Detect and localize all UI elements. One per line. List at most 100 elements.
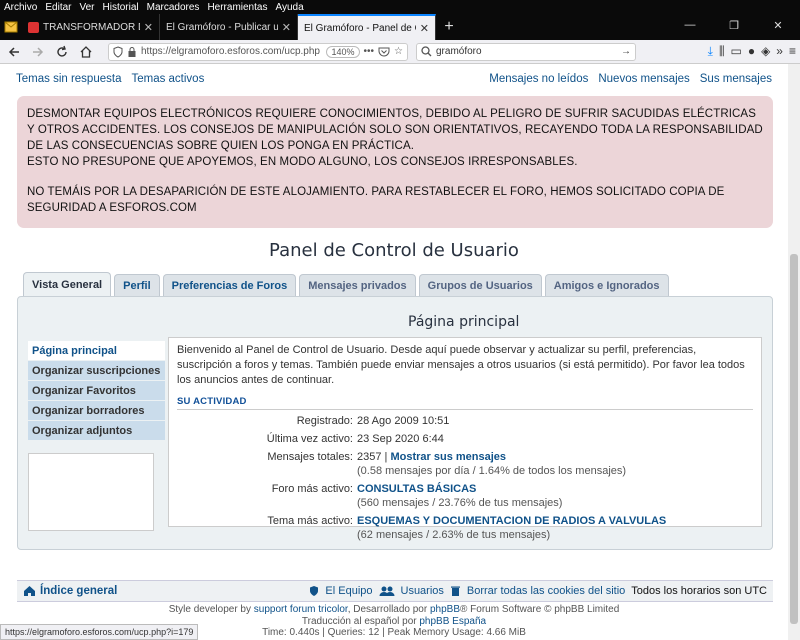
close-icon[interactable]: ✕ [282,21,291,34]
extension-icon[interactable]: ◈ [761,44,770,59]
address-bar[interactable]: https://elgramoforo.esforos.com/ucp.php … [108,42,408,61]
page-scrollbar[interactable] [788,64,800,640]
overflow-menu-icon[interactable]: » [776,44,783,59]
browser-tab-2[interactable]: El Gramóforo - Publicar una respue ✕ [160,14,298,40]
side-item-subscriptions[interactable]: Organizar suscripciones [28,361,165,381]
link-unread-posts[interactable]: Mensajes no leídos [489,73,588,85]
tab-label: TRANSFORMADOR DE SALIDA DE A [43,21,140,33]
phpbb-spain-link[interactable]: phpBB España [419,616,486,627]
pocket-icon[interactable] [378,46,390,58]
tab-strip: TRANSFORMADOR DE SALIDA DE A ✕ El Gramóf… [0,14,800,40]
trash-icon [450,586,460,596]
side-item-attachments[interactable]: Organizar adjuntos [28,421,165,441]
stat-label: Registrado: [296,415,353,427]
url-text: https://elgramoforo.esforos.com/ucp.php [141,46,320,57]
search-bar[interactable]: gramóforo → [416,42,636,61]
tab-vista-general[interactable]: Vista General [23,272,112,296]
posts-count: 2357 [357,451,382,463]
more-actions-icon[interactable]: ••• [364,46,375,57]
download-icon[interactable]: ⤓ [708,44,713,59]
home-icon [80,45,92,58]
link-your-posts[interactable]: Sus mensajes [700,73,772,85]
menu-bar: Archivo Editar Ver Historial Marcadores … [0,0,800,14]
account-icon[interactable]: ● [748,44,755,59]
page-title: Panel de Control de Usuario [269,240,519,261]
browser-tab-3[interactable]: El Gramóforo - Panel de Control de ✕ [298,14,436,40]
board-index-link[interactable]: Índice general [40,585,117,597]
window-controls: — ❐ ✕ [668,14,800,40]
menu-archivo[interactable]: Archivo [4,2,37,13]
pinned-tab[interactable] [0,14,22,40]
stat-registered: Registrado: 28 Ago 2009 10:51 [177,414,753,428]
library-icon[interactable]: ⫼ [719,44,725,59]
mail-icon [4,21,18,33]
shield-icon [310,586,319,596]
menu-ver[interactable]: Ver [79,2,94,13]
restore-icon[interactable]: ❐ [712,14,756,36]
menu-marcadores[interactable]: Marcadores [147,2,200,13]
arrow-left-icon [8,46,19,57]
credit-text: Traducción al español por [301,615,420,627]
active-forum-link[interactable]: CONSULTAS BÁSICAS [357,483,476,495]
credit-text: Style developer by [168,604,254,615]
menu-ayuda[interactable]: Ayuda [275,2,303,13]
close-icon[interactable]: ✕ [420,22,429,35]
tab-mensajes-privados[interactable]: Mensajes privados [299,274,416,296]
back-button[interactable] [4,42,24,62]
search-go-icon[interactable]: → [621,46,631,57]
search-input[interactable]: gramóforo [436,46,617,57]
members-link[interactable]: Usuarios [401,585,444,597]
toolbar-icons: ⤓ ⫼ ▭ ● ◈ » ≡ [708,44,796,59]
side-item-drafts[interactable]: Organizar borradores [28,401,165,421]
link-new-posts[interactable]: Nuevos mensajes [598,73,689,85]
show-posts-link[interactable]: Mostrar sus mensajes [390,451,506,463]
menu-editar[interactable]: Editar [45,2,71,13]
scrollbar-thumb[interactable] [790,254,798,624]
menu-herramientas[interactable]: Herramientas [207,2,267,13]
style-developer-link[interactable]: support forum tricolor [254,604,348,615]
tab-perfil[interactable]: Perfil [114,274,160,296]
link-active-topics[interactable]: Temas activos [131,73,204,85]
tab-preferencias[interactable]: Preferencias de Foros [162,274,297,296]
active-topic-link[interactable]: ESQUEMAS Y DOCUMENTACION DE RADIOS A VAL… [357,515,666,527]
reload-button[interactable] [52,42,72,62]
quick-links: Temas sin respuesta Temas activos Mensaj… [0,64,788,94]
reader-view-icon[interactable]: ▭ [730,44,741,59]
timezone-text: Todos los horarios son UTC [631,585,767,597]
shield-icon [113,45,123,58]
minimize-icon[interactable]: — [668,14,712,36]
side-item-favorites[interactable]: Organizar Favoritos [28,381,165,401]
stat-label: Tema más activo: [267,515,353,527]
status-url: https://elgramoforo.esforos.com/ucp.php?… [0,624,199,640]
tab-grupos[interactable]: Grupos de Usuarios [418,274,542,296]
arrow-right-icon [33,46,44,57]
side-item-main[interactable]: Página principal [28,341,165,361]
tab-amigos[interactable]: Amigos e Ignorados [544,274,669,296]
stat-active-forum: Foro más activo: CONSULTAS BÁSICAS (560 … [177,482,753,510]
stat-value: 2357 | Mostrar sus mensajes (0.58 mensaj… [357,450,753,478]
warning-notice: DESMONTAR EQUIPOS ELECTRÓNICOS REQUIERE … [17,96,773,228]
menu-historial[interactable]: Historial [103,2,139,13]
footer-right: El Equipo Usuarios Borrar todas las cook… [309,585,767,597]
intro-text: Bienvenido al Panel de Control de Usuari… [177,344,745,386]
close-icon[interactable]: ✕ [144,21,153,34]
credit-text: ® Forum Software © phpBB Limited [460,604,620,615]
forum-sub: (560 mensajes / 23.76% de tus mensajes) [357,497,563,509]
notice-paragraph-1: DESMONTAR EQUIPOS ELECTRÓNICOS REQUIERE … [27,108,763,152]
zoom-level[interactable]: 140% [326,45,360,58]
link-unanswered-topics[interactable]: Temas sin respuesta [16,73,121,85]
hamburger-menu-icon[interactable]: ≡ [789,44,796,59]
home-button[interactable] [76,42,96,62]
credit-text: , Desarrollado por [347,604,430,615]
delete-cookies-link[interactable]: Borrar todas las cookies del sitio [467,585,625,597]
forum-favicon [28,21,39,33]
forward-button[interactable] [28,42,48,62]
close-window-icon[interactable]: ✕ [756,14,800,36]
credit-line-1: Style developer by support forum tricolo… [0,604,788,616]
browser-tab-1[interactable]: TRANSFORMADOR DE SALIDA DE A ✕ [22,14,160,40]
stat-value: 28 Ago 2009 10:51 [357,415,450,427]
bookmark-star-icon[interactable]: ☆ [394,46,403,57]
team-link[interactable]: El Equipo [325,585,372,597]
phpbb-link[interactable]: phpBB [430,604,460,615]
new-tab-button[interactable]: + [436,14,462,40]
